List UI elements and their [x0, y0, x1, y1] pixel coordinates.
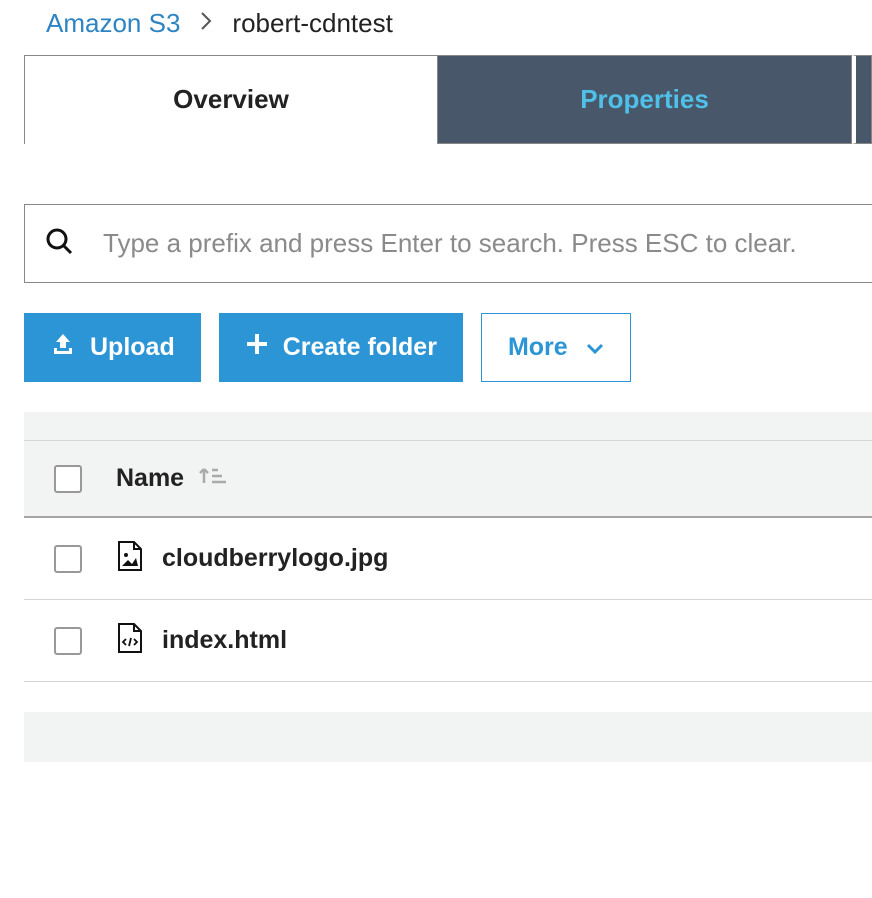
select-all-checkbox[interactable] [54, 465, 82, 493]
table-row[interactable]: index.html [24, 600, 872, 682]
table-header-spacer [24, 412, 872, 440]
chevron-right-icon [200, 11, 212, 37]
tab-fragment [852, 55, 872, 144]
column-header-name[interactable]: Name [116, 463, 228, 494]
search-container [24, 204, 872, 283]
tab-overview[interactable]: Overview [24, 55, 438, 144]
html-file-icon [116, 622, 144, 659]
tabs: Overview Properties [24, 55, 872, 144]
upload-label: Upload [90, 333, 175, 362]
file-name: index.html [162, 626, 287, 655]
file-table: Name cloudberrylogo.jpg index.html [24, 412, 872, 762]
more-button[interactable]: More [481, 313, 631, 382]
create-folder-label: Create folder [283, 333, 437, 362]
upload-icon [50, 331, 76, 364]
row-checkbox[interactable] [54, 545, 82, 573]
upload-button[interactable]: Upload [24, 313, 201, 382]
plus-icon [245, 332, 269, 363]
breadcrumb-root-link[interactable]: Amazon S3 [46, 8, 180, 39]
more-label: More [508, 333, 568, 362]
tab-properties[interactable]: Properties [438, 55, 852, 144]
table-row[interactable]: cloudberrylogo.jpg [24, 518, 872, 600]
image-file-icon [116, 540, 144, 577]
row-checkbox[interactable] [54, 627, 82, 655]
table-header: Name [24, 440, 872, 518]
breadcrumb-current: robert-cdntest [232, 8, 392, 39]
table-footer-spacer [24, 712, 872, 762]
sort-icon [198, 463, 228, 494]
breadcrumb: Amazon S3 robert-cdntest [0, 0, 872, 55]
search-icon [45, 227, 73, 260]
toolbar: Upload Create folder More [24, 313, 872, 382]
chevron-down-icon [586, 333, 604, 362]
create-folder-button[interactable]: Create folder [219, 313, 463, 382]
column-header-name-label: Name [116, 464, 184, 493]
search-input[interactable] [103, 228, 852, 259]
file-name: cloudberrylogo.jpg [162, 544, 388, 573]
